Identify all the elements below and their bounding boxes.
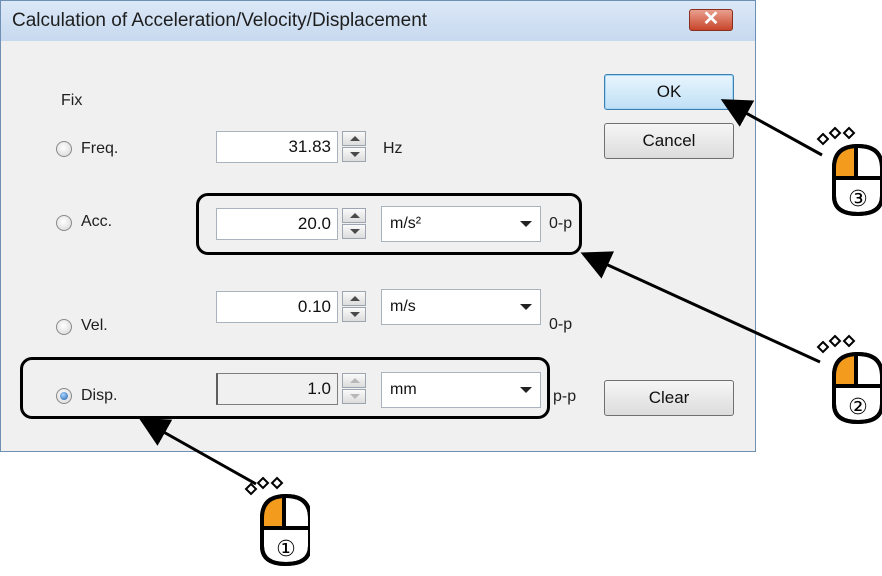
- callout-arrows: [138, 99, 823, 486]
- mouse-click-icon: ②: [816, 334, 882, 424]
- step3-label: ③: [848, 187, 868, 212]
- arrow-step1: [138, 418, 257, 486]
- step1-label: ①: [276, 537, 296, 562]
- step2-label: ②: [848, 395, 868, 420]
- mouse-click-icon: ③: [816, 126, 882, 216]
- arrow-step3: [720, 99, 823, 157]
- mouse-click-icon: ①: [244, 476, 310, 566]
- arrow-step2: [580, 251, 821, 364]
